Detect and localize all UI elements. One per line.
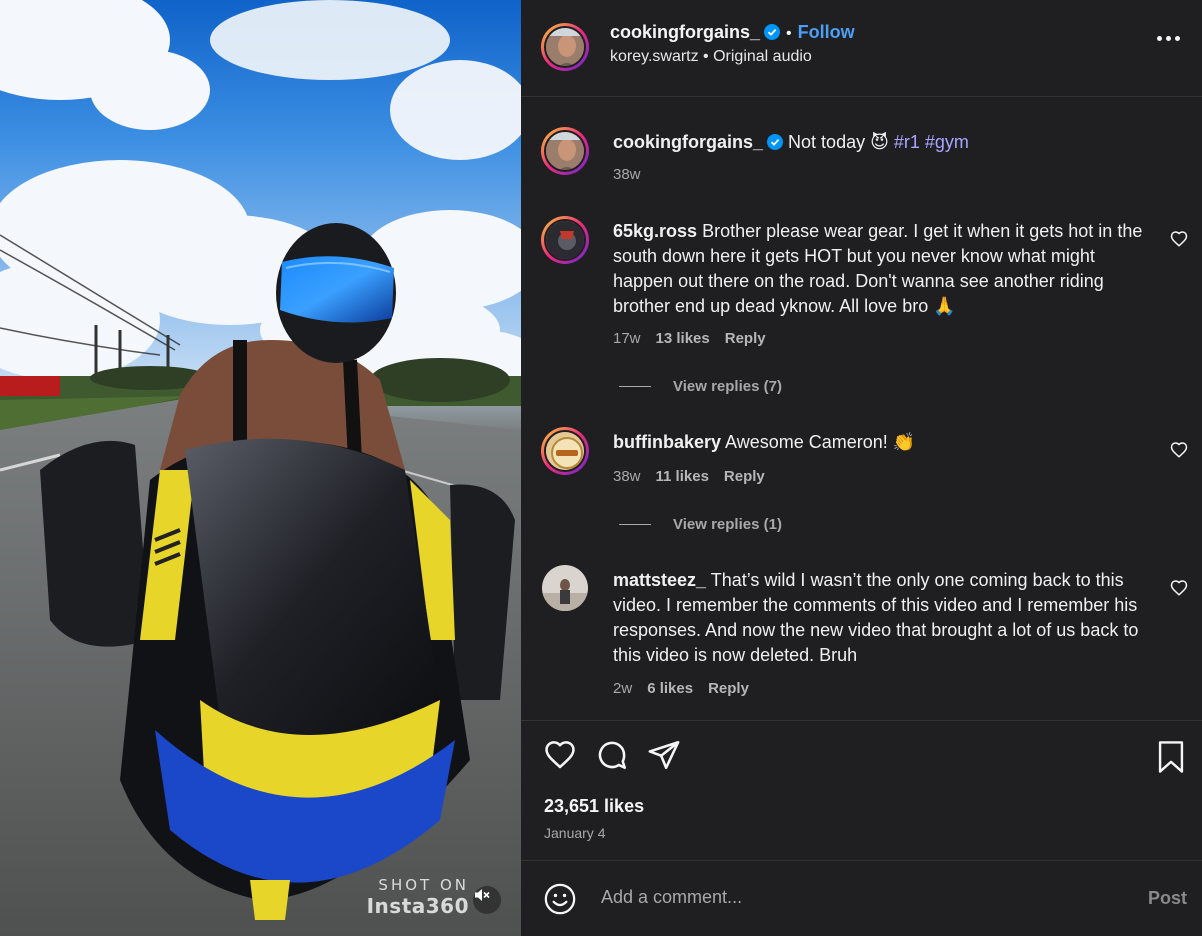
comment-avatar-image [546, 432, 584, 470]
like-comment-heart-icon[interactable] [1170, 441, 1188, 459]
actions-divider [521, 720, 1202, 721]
video-frame-illustration [0, 0, 521, 936]
caption-hashtags[interactable]: #r1 #gym [894, 132, 969, 152]
comment-meta: 38w 11 likes Reply [613, 468, 765, 485]
comment-bubble-icon [598, 741, 627, 770]
watermark-brand: Insta360 [366, 894, 469, 918]
view-replies-label: View replies (1) [673, 516, 782, 533]
comment-username[interactable]: mattsteez_ [613, 570, 706, 590]
caption-meta: 38w [613, 166, 641, 183]
caption: cookingforgains_ Not today 😈 #r1 #gym [613, 130, 1153, 155]
author-username[interactable]: cookingforgains_ [610, 22, 760, 42]
send-paper-plane-icon [648, 740, 680, 770]
comment-avatar[interactable] [541, 427, 589, 475]
comment-meta: 2w 6 likes Reply [613, 680, 749, 697]
like-button[interactable] [543, 738, 577, 772]
replies-line [619, 386, 651, 387]
comment-likes[interactable]: 13 likes [656, 330, 710, 347]
comment-body: 65kg.ross Brother please wear gear. I ge… [613, 219, 1153, 319]
header-divider [521, 96, 1202, 97]
mute-button[interactable] [473, 886, 501, 914]
caption-avatar[interactable] [541, 127, 589, 175]
comment-meta: 17w 13 likes Reply [613, 330, 766, 347]
replies-line [619, 524, 651, 525]
comment-text: Awesome Cameron! 👏 [725, 432, 916, 452]
comment-reply-button[interactable]: Reply [725, 330, 766, 347]
post-actions [543, 738, 681, 772]
post-comment-button[interactable]: Post [1148, 888, 1187, 909]
comment-avatar-image [546, 221, 584, 259]
share-button[interactable] [647, 738, 681, 772]
post-date[interactable]: January 4 [544, 825, 605, 841]
like-comment-heart-icon[interactable] [1170, 579, 1188, 597]
comment-time[interactable]: 2w [613, 680, 632, 697]
speaker-muted-icon [475, 889, 490, 901]
view-replies-label: View replies (7) [673, 378, 782, 395]
comment-avatar-image [542, 565, 588, 611]
more-options-icon[interactable] [1157, 36, 1180, 41]
comment-time[interactable]: 17w [613, 330, 641, 347]
post-side-panel: cookingforgains_ • Follow korey.swartz • O… [521, 0, 1202, 936]
caption-time[interactable]: 38w [613, 166, 641, 183]
comment-reply-button[interactable]: Reply [724, 468, 765, 485]
author-avatar-image [546, 28, 584, 66]
comment-body: buffinbakery Awesome Cameron! 👏 [613, 430, 1153, 455]
heart-icon [545, 741, 575, 769]
watermark-shot-on: SHOT ON [378, 876, 469, 894]
comment-input-divider [521, 860, 1202, 861]
add-comment-row: Post [543, 880, 1187, 918]
verified-badge-icon [764, 24, 781, 40]
comment-avatar[interactable] [541, 216, 589, 264]
insta360-watermark: SHOT ON Insta360 [367, 876, 469, 918]
author-avatar[interactable] [541, 23, 589, 71]
add-comment-input[interactable] [599, 886, 1103, 909]
view-replies-button[interactable]: View replies (1) [619, 516, 782, 533]
reel-video[interactable]: SHOT ON Insta360 [0, 0, 521, 936]
comment-username[interactable]: 65kg.ross [613, 221, 697, 241]
emoji-smiley-icon[interactable] [543, 882, 577, 916]
comment-likes[interactable]: 6 likes [647, 680, 693, 697]
comment-body: mattsteez_ That’s wild I wasn’t the only… [613, 568, 1153, 668]
post-header-info: cookingforgains_ • Follow korey.swartz • O… [610, 22, 855, 66]
verified-badge-icon [767, 134, 784, 150]
comment-reply-button[interactable]: Reply [708, 680, 749, 697]
header-separator: • [786, 25, 792, 42]
comment-avatar[interactable] [542, 565, 590, 613]
post-likes-count[interactable]: 23,651 likes [544, 796, 644, 817]
comment-likes[interactable]: 11 likes [656, 468, 709, 485]
caption-username[interactable]: cookingforgains_ [613, 132, 763, 152]
save-button[interactable] [1156, 740, 1186, 779]
bookmark-icon [1158, 741, 1184, 773]
audio-line[interactable]: korey.swartz • Original audio [610, 48, 855, 66]
comment-username[interactable]: buffinbakery [613, 432, 721, 452]
comment-button[interactable] [595, 738, 629, 772]
follow-button[interactable]: Follow [798, 22, 855, 42]
view-replies-button[interactable]: View replies (7) [619, 378, 782, 395]
caption-avatar-image [546, 132, 584, 170]
comment-time[interactable]: 38w [613, 468, 641, 485]
caption-text: Not today 😈 [788, 132, 889, 152]
like-comment-heart-icon[interactable] [1170, 230, 1188, 248]
